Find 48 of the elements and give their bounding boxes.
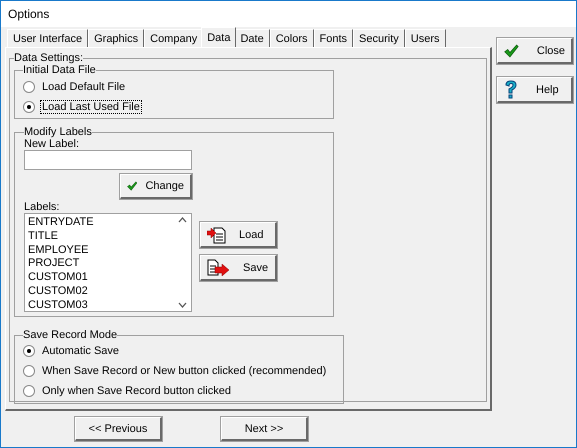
scroll-up-icon (178, 217, 187, 223)
radio-label[interactable]: Load Last Used File (41, 100, 141, 112)
tab[interactable]: Users (404, 29, 446, 47)
list-item[interactable]: CUSTOM03 (28, 298, 171, 312)
tab[interactable]: Colors (270, 29, 314, 47)
radio-button[interactable] (23, 384, 35, 396)
tab[interactable]: Graphics (88, 29, 144, 47)
field-label: New Label: (24, 138, 80, 150)
previous-button[interactable]: << Previous (75, 417, 162, 441)
radio-label[interactable]: Load Default File (41, 80, 126, 92)
save-button[interactable]: Save (200, 255, 277, 281)
group-title: Modify Labels (24, 126, 92, 138)
close-button[interactable]: Close (497, 38, 573, 64)
radio-button[interactable] (23, 364, 35, 376)
load-button[interactable]: Load (200, 222, 277, 248)
group-title: Data Settings: (14, 52, 84, 64)
input-field[interactable] (24, 150, 192, 170)
group-title: Save Record Mode (23, 329, 118, 341)
field-label: Labels: (24, 201, 60, 213)
change-button[interactable]: Change (120, 174, 192, 199)
radio-label[interactable]: Only when Save Record button clicked (41, 384, 232, 396)
window-title: Options (1, 1, 576, 27)
document-arrow-icon (207, 226, 227, 244)
list-item[interactable]: CUSTOM01 (28, 270, 171, 284)
radio-button[interactable] (23, 80, 35, 92)
list-item[interactable]: TITLE (28, 228, 171, 243)
group-title: Initial Data File (23, 64, 96, 76)
checkmark-icon (504, 42, 519, 60)
list-item[interactable]: ENTRYDATE (28, 215, 171, 229)
next-button[interactable]: Next >> (221, 417, 308, 441)
list-box[interactable]: ENTRYDATE TITLE EMPLOYEE PROJECT CUSTOM01 CUSTOM02 CUSTOM03 (24, 213, 192, 312)
radio-label[interactable]: When Save Record or New button clicked (recommended) (41, 364, 328, 376)
tab[interactable]: Company (144, 29, 204, 47)
tab[interactable]: Date (234, 29, 270, 47)
list-item[interactable]: PROJECT (28, 256, 171, 270)
list-item[interactable]: EMPLOYEE (28, 242, 171, 256)
tab[interactable]: Security (353, 29, 405, 47)
tab[interactable]: Data (201, 27, 236, 47)
tab[interactable]: User Interface (7, 29, 88, 47)
radio-button[interactable] (23, 344, 35, 356)
list-item[interactable]: CUSTOM02 (28, 284, 171, 298)
help-button[interactable]: Help (497, 77, 573, 103)
radio-button[interactable] (23, 100, 35, 112)
question-mark-icon (504, 80, 518, 100)
document-arrow-icon (207, 258, 231, 276)
tab[interactable]: Fonts (314, 29, 354, 47)
radio-label[interactable]: Automatic Save (41, 344, 120, 356)
scroll-down-icon (178, 302, 187, 308)
